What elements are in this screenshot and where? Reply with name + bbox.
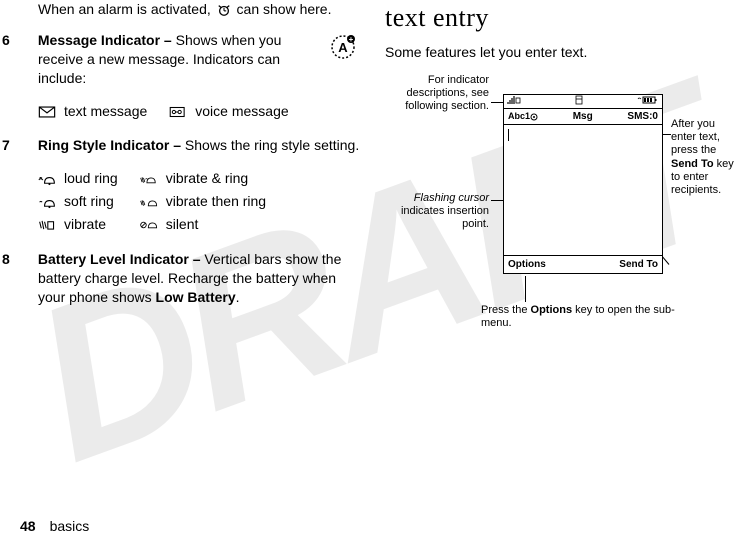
signal-icon — [507, 95, 521, 109]
voice-message-icon — [169, 105, 187, 119]
callout-sendto-pre: After you enter text, press the — [671, 118, 720, 156]
page-number: 48 — [20, 518, 36, 534]
callout-line — [663, 134, 671, 135]
callout-line — [491, 200, 503, 201]
vibrate-icon — [38, 218, 56, 232]
softkey-right: Send To — [619, 258, 658, 272]
text-entry-area — [504, 125, 662, 255]
sms-counter: SMS:0 — [627, 110, 658, 124]
callout-cursor: Flashing cursor indicates insertion poin… — [385, 192, 489, 232]
vibrate-then-ring-label: vibrate then ring — [166, 190, 274, 213]
page-content: When an alarm is activated, can show her… — [0, 0, 746, 500]
callout-sendto: After you enter text, press the Send To … — [671, 118, 737, 197]
item-7-body: Shows the ring style setting. — [185, 137, 359, 153]
left-column: When an alarm is activated, can show her… — [20, 0, 373, 500]
text-cursor-icon — [508, 129, 509, 141]
gprs-icon — [575, 95, 583, 109]
phone-screen-diagram: For indicator descriptions, see followin… — [385, 74, 705, 374]
vibrate-then-ring-icon — [140, 196, 158, 210]
item-8-body-post: . — [236, 289, 240, 305]
text-entry-intro: Some features let you enter text. — [385, 43, 726, 62]
battery-icon — [637, 95, 659, 109]
text-message-icon — [38, 105, 56, 119]
item-8: 8 Battery Level Indicator – Vertical bar… — [20, 250, 361, 307]
section-name: basics — [50, 518, 90, 534]
text-entry-heading: text entry — [385, 0, 726, 35]
item-6-title: Message Indicator – — [38, 32, 176, 48]
entry-mode-indicator: Abc1 — [508, 110, 538, 122]
callout-sendto-bold: Send To — [671, 158, 714, 170]
phone-status-bar — [504, 95, 662, 109]
svg-text:+: + — [349, 35, 354, 44]
silent-icon — [140, 218, 158, 232]
callout-indicator-desc: For indicator descriptions, see followin… — [385, 74, 489, 114]
callout-line — [525, 276, 526, 302]
callout-cursor-italic: Flashing cursor — [414, 192, 489, 204]
silent-label: silent — [166, 213, 274, 236]
alarm-clock-icon — [215, 3, 233, 17]
vibrate-and-ring-label: vibrate & ring — [166, 167, 274, 190]
loud-ring-label: loud ring — [64, 167, 126, 190]
item-7: 7 Ring Style Indicator – Shows the ring … — [20, 136, 361, 155]
callout-options-bold: Options — [531, 304, 573, 316]
new-message-indicator-icon: A+ — [329, 33, 357, 61]
item-7-title: Ring Style Indicator – — [38, 137, 185, 153]
ring-style-icon-list: loud ring vibrate & ring soft ring vibra… — [38, 167, 274, 236]
text-message-label: text message — [64, 100, 155, 123]
message-icon-list: text message voice message — [38, 100, 297, 123]
alarm-note: When an alarm is activated, can show her… — [20, 0, 361, 19]
screen-title: Msg — [573, 110, 593, 124]
softkey-left: Options — [508, 258, 546, 272]
alarm-text-post: can show here. — [233, 1, 332, 17]
callout-options-pre: Press the — [481, 304, 531, 316]
item-8-body-bold: Low Battery — [156, 289, 236, 305]
vibrate-label: vibrate — [64, 213, 126, 236]
item-6: A+ 6 Message Indicator – Shows when you … — [20, 31, 361, 88]
callout-options: Press the Options key to open the sub-me… — [481, 304, 701, 330]
right-column: text entry Some features let you enter t… — [373, 0, 726, 500]
soft-ring-label: soft ring — [64, 190, 126, 213]
callout-cursor-rest: indicates insertion point. — [401, 205, 489, 230]
softkey-bar: Options Send To — [504, 255, 662, 273]
item-8-title: Battery Level Indicator – — [38, 251, 205, 267]
alarm-text-pre: When an alarm is activated, — [38, 1, 215, 17]
item-8-number: 8 — [20, 250, 34, 269]
item-7-number: 7 — [20, 136, 34, 155]
item-6-number: 6 — [20, 31, 34, 50]
vibrate-and-ring-icon — [140, 173, 158, 187]
soft-ring-icon — [38, 196, 56, 210]
phone-title-bar: Abc1 Msg SMS:0 — [504, 109, 662, 125]
loud-ring-icon — [38, 173, 56, 187]
page-footer: 48 basics — [20, 518, 89, 534]
svg-text:A: A — [338, 40, 348, 55]
voice-message-label: voice message — [195, 100, 296, 123]
phone-screen: Abc1 Msg SMS:0 Options Send To — [503, 94, 663, 274]
